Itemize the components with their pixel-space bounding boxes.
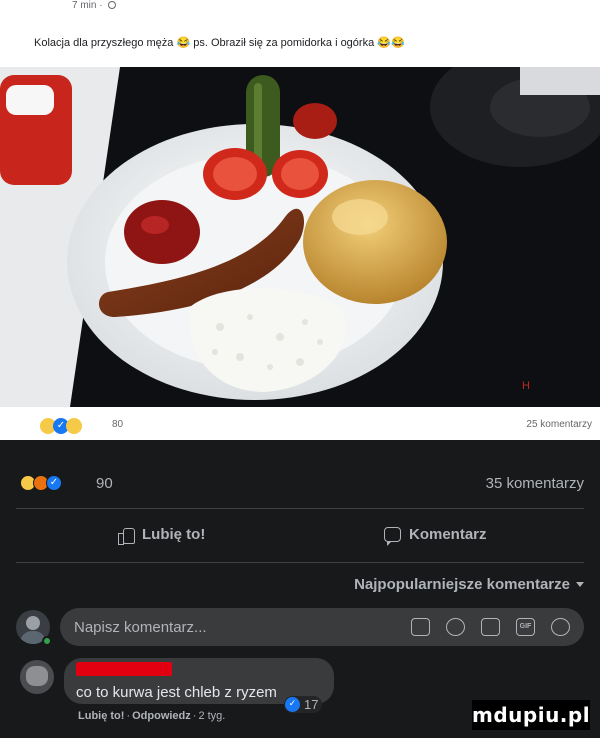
comment-bubble-icon <box>384 527 401 546</box>
post-timestamp: 7 min · <box>72 0 117 11</box>
embedded-reactions-bar: ✓ 80 25 komentarzy <box>0 407 600 440</box>
online-status-dot <box>42 636 52 646</box>
comment-like-count: 17 <box>304 697 319 712</box>
comment-composer: GIF <box>0 608 600 650</box>
comment-input[interactable] <box>74 608 374 646</box>
divider <box>16 508 584 509</box>
laughing-emoji-icon: 😂 <box>176 37 191 49</box>
avatar-sticker-icon[interactable] <box>411 618 430 636</box>
like-reaction-icon: ✓ <box>285 697 300 712</box>
food-plate-image: H <box>0 67 600 407</box>
avatar[interactable] <box>20 660 54 694</box>
post-actions: Lubię to! Komentarz <box>0 520 600 556</box>
embedded-comment-count: 25 komentarzy <box>526 419 592 430</box>
watermark-logo: mdupiu.pl <box>472 700 590 730</box>
comment-button-label: Komentarz <box>409 526 487 543</box>
comment-text: co to kurwa jest chleb z ryzem <box>76 684 277 701</box>
embedded-post-screenshot: 7 min · Kolacja dla przyszłego męża 😂 ps… <box>0 0 600 440</box>
caret-down-icon <box>576 582 584 587</box>
post-stats-bar: ✓ 90 35 komentarzy <box>0 472 600 502</box>
comment-count[interactable]: 35 komentarzy <box>486 475 584 492</box>
redacted-author-name <box>76 662 172 676</box>
comment-meta: Lubię to! · Odpowiedz · 2 tyg. <box>78 710 226 722</box>
laughing-emoji-icon: 😂😂 <box>377 37 405 49</box>
hob-indicator: H <box>522 380 530 392</box>
post-caption: Kolacja dla przyszłego męża 😂 ps. Obrazi… <box>34 37 405 49</box>
wow-reaction-icon <box>66 417 82 434</box>
divider <box>16 562 584 563</box>
globe-icon <box>108 1 117 10</box>
comment-reaction-chip[interactable]: ✓ 17 <box>284 696 323 713</box>
comment-age: 2 tyg. <box>198 710 226 722</box>
reaction-icons[interactable]: ✓ <box>20 474 62 492</box>
thumbs-up-icon <box>118 527 135 545</box>
embedded-reaction-count: 80 <box>112 419 124 430</box>
comment-reply-link[interactable]: Odpowiedz <box>132 710 191 722</box>
embedded-reaction-icons: ✓ <box>40 417 82 435</box>
comment-input-container[interactable]: GIF <box>60 608 584 646</box>
like-button-label: Lubię to! <box>142 526 206 543</box>
like-reaction-icon: ✓ <box>46 474 62 491</box>
sort-label: Najpopularniejsze komentarze <box>354 576 570 593</box>
emoji-icon[interactable] <box>446 618 465 636</box>
composer-tools: GIF <box>411 618 570 636</box>
comment-button[interactable]: Komentarz <box>384 526 487 546</box>
gif-icon[interactable]: GIF <box>516 618 535 636</box>
reaction-count[interactable]: 90 <box>96 475 113 492</box>
camera-icon[interactable] <box>481 618 500 636</box>
comment-sort-dropdown[interactable]: Najpopularniejsze komentarze <box>354 576 584 593</box>
comment-like-link[interactable]: Lubię to! <box>78 710 124 722</box>
sticker-icon[interactable] <box>551 618 570 636</box>
post-photo[interactable]: H <box>0 67 600 407</box>
like-button[interactable]: Lubię to! <box>118 526 206 545</box>
